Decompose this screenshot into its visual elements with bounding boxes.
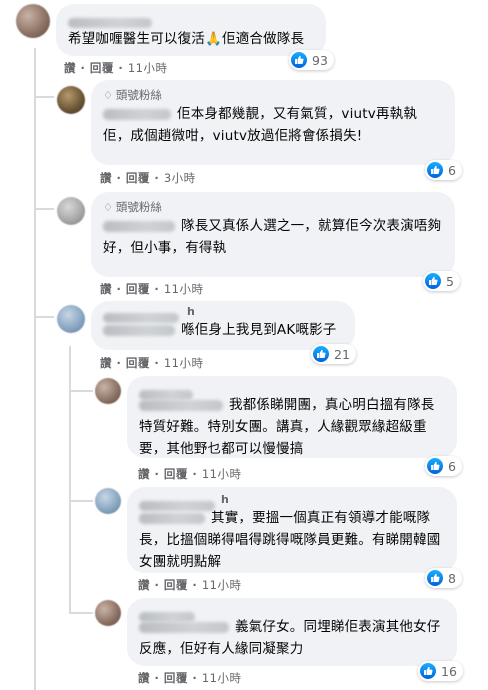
avatar[interactable]	[57, 197, 85, 225]
reaction-count[interactable]: 93	[289, 50, 334, 70]
reaction-count-value: 21	[334, 346, 350, 362]
reply-link[interactable]: 回覆	[126, 171, 150, 185]
comment-actions: 讚 · 回覆 · 3小時	[100, 171, 196, 185]
author-name-blur	[139, 512, 205, 524]
reply-link[interactable]: 回覆	[164, 467, 188, 481]
avatar[interactable]	[95, 600, 121, 626]
reply-link[interactable]: 回覆	[126, 282, 150, 296]
comment-actions: 讚 · 回覆 · 11小時	[100, 356, 204, 370]
thread-line-sub	[69, 346, 71, 614]
reaction-count[interactable]: 6	[425, 160, 462, 180]
like-thumb-icon	[420, 663, 436, 679]
thread-line-elbow	[69, 500, 93, 502]
author-name[interactable]	[103, 108, 171, 120]
avatar[interactable]	[16, 4, 50, 38]
comment-text: 佢本身都幾靚，又有氣質，viutv再執執佢，成個趙微咁，viutv放過佢將會係損…	[103, 106, 418, 144]
thread-line-elbow	[34, 208, 54, 210]
avatar[interactable]	[57, 305, 85, 333]
author-name-blur	[139, 399, 223, 411]
comment-bubble: 我都係睇開團，真心明白搵有隊長特質好難。特別女團。講真，人緣觀眾緣超級重要，其他…	[127, 376, 457, 458]
reply-link[interactable]: 回覆	[164, 578, 188, 592]
timestamp[interactable]: 11小時	[202, 467, 242, 481]
comment-text: 我都係睇開團，真心明白搵有隊長特質好難。特別女團。講真，人緣觀眾緣超級重要，其他…	[139, 397, 435, 457]
like-thumb-icon	[427, 458, 443, 474]
like-link[interactable]: 讚	[100, 356, 112, 370]
author-name-blur	[103, 324, 175, 336]
comment-bubble: 希望咖喱醫生可以復活🙏佢適合做隊長	[56, 4, 326, 56]
comment-text: 隊長又真係人選之一，就算佢今次表演唔夠好，但小事，有得執	[103, 218, 442, 256]
top-fan-badge: ♢ 頭號粉絲	[103, 88, 162, 102]
comment-bubble: 義氣仔女。同埋睇佢表演其他女仔反應，佢好有人緣同凝聚力	[127, 598, 457, 666]
comment-actions: 讚 · 回覆 · 11小時	[138, 578, 242, 592]
timestamp[interactable]: 3小時	[164, 171, 196, 185]
reaction-count[interactable]: 16	[418, 661, 463, 681]
reaction-count[interactable]: 6	[425, 456, 462, 476]
reply-link[interactable]: 回覆	[164, 671, 188, 685]
author-name-blur	[139, 621, 229, 633]
diamond-icon: ♢	[103, 89, 113, 102]
timestamp[interactable]: 11小時	[202, 578, 242, 592]
avatar[interactable]	[95, 488, 121, 514]
comment-bubble: h 其實，要搵一個真正有領導才能嘅隊長，比搵個睇得唱得跳得嘅隊員更難。有睇開韓國…	[127, 487, 457, 573]
comment-actions: 讚 · 回覆 · 11小時	[100, 282, 204, 296]
reply-link[interactable]: 回覆	[126, 356, 150, 370]
reaction-count-value: 5	[446, 273, 454, 289]
author-name[interactable]	[103, 220, 175, 232]
comment-bubble: ♢ 頭號粉絲 隊長又真係人選之一，就算佢今次表演唔夠好，但小事，有得執	[91, 192, 455, 277]
like-thumb-icon	[427, 570, 443, 586]
thread-line-main	[34, 48, 36, 690]
comment-actions: 讚 · 回覆 · 11小時	[138, 671, 242, 685]
comment-text: 其實，要搵一個真正有領導才能嘅隊長，比搵個睇得唱得跳得嘅隊員更難。有睇開韓國女團…	[139, 510, 441, 570]
timestamp[interactable]: 11小時	[128, 61, 168, 75]
like-link[interactable]: 讚	[138, 467, 150, 481]
thread-line-elbow	[34, 316, 54, 318]
reaction-count[interactable]: 5	[423, 271, 460, 291]
reaction-count[interactable]: 21	[311, 344, 356, 364]
author-name[interactable]	[139, 500, 215, 511]
author-name[interactable]	[103, 312, 179, 323]
like-thumb-icon	[291, 52, 307, 68]
like-link[interactable]: 讚	[100, 171, 112, 185]
comment-text: 義氣仔女。同埋睇佢表演其他女仔反應，佢好有人緣同凝聚力	[139, 619, 441, 657]
reaction-count-value: 6	[448, 458, 456, 474]
like-link[interactable]: 讚	[138, 578, 150, 592]
comment-text: 希望咖喱醫生可以復活🙏佢適合做隊長	[68, 31, 305, 47]
thread-line-elbow	[34, 96, 54, 98]
reaction-count-value: 6	[448, 162, 456, 178]
top-fan-badge: ♢ 頭號粉絲	[103, 200, 162, 214]
thread-line-elbow	[69, 612, 93, 614]
comment-bubble: ♢ 頭號粉絲 佢本身都幾靚，又有氣質，viutv再執執佢，成個趙微咁，viutv放…	[91, 80, 455, 165]
reply-link[interactable]: 回覆	[90, 61, 114, 75]
reaction-count-value: 93	[312, 52, 328, 68]
like-thumb-icon	[313, 346, 329, 362]
timestamp[interactable]: 11小時	[164, 356, 204, 370]
like-link[interactable]: 讚	[64, 61, 76, 75]
like-link[interactable]: 讚	[100, 282, 112, 296]
diamond-icon: ♢	[103, 201, 113, 214]
avatar[interactable]	[95, 378, 121, 404]
reaction-count[interactable]: 8	[425, 568, 462, 588]
author-name[interactable]	[68, 17, 152, 28]
timestamp[interactable]: 11小時	[164, 282, 204, 296]
author-name[interactable]	[139, 389, 193, 400]
timestamp[interactable]: 11小時	[202, 671, 242, 685]
comment-actions: 讚 · 回覆 · 11小時	[138, 467, 242, 481]
avatar[interactable]	[57, 86, 85, 114]
comment-bubble: h 喺佢身上我見到AK嘅影子	[91, 301, 355, 350]
comment-actions: 讚 · 回覆 · 11小時	[64, 61, 168, 75]
like-thumb-icon	[425, 273, 441, 289]
like-thumb-icon	[427, 162, 443, 178]
like-link[interactable]: 讚	[138, 671, 150, 685]
reaction-count-value: 8	[448, 570, 456, 586]
author-name[interactable]	[139, 611, 195, 622]
thread-line-elbow	[69, 390, 93, 392]
reaction-count-value: 16	[441, 663, 457, 679]
